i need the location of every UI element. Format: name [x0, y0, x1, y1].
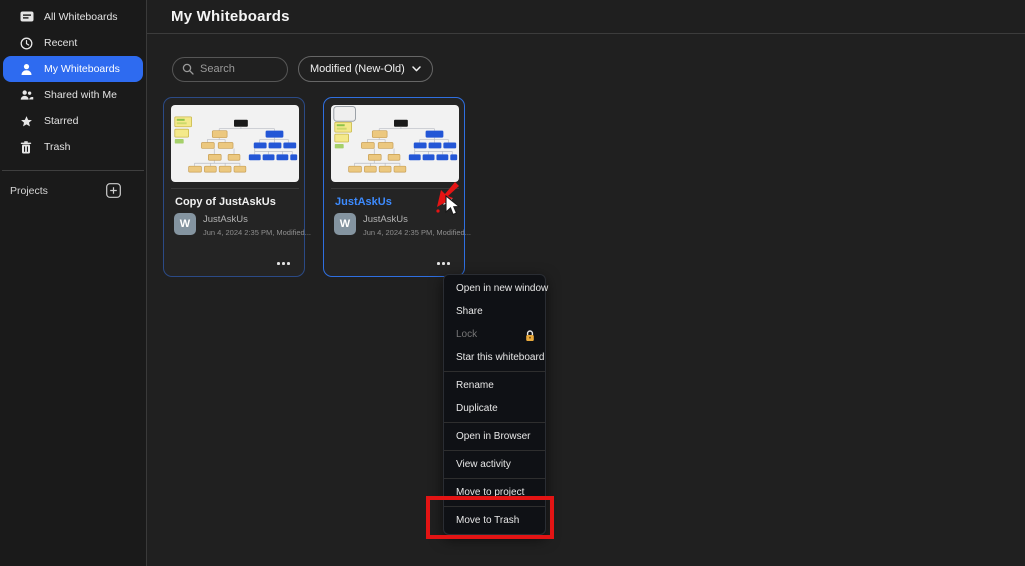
toolbar: Modified (New-Old)	[172, 56, 1025, 82]
sidebar-item-recent[interactable]: Recent	[3, 30, 143, 56]
menu-divider	[444, 506, 545, 507]
avatar: W	[174, 213, 196, 235]
menu-item-duplicate[interactable]: Duplicate	[444, 397, 545, 420]
sidebar-item-all-whiteboards[interactable]: All Whiteboards	[3, 4, 143, 30]
menu-item-open-in-new-window[interactable]: Open in new window	[444, 277, 545, 300]
person-icon	[20, 62, 34, 76]
menu-item-open-in-browser[interactable]: Open in Browser	[444, 425, 545, 448]
whiteboard-card-grid: Copy of JustAskUs W JustAskUs Jun 4, 202…	[163, 97, 1025, 277]
menu-item-view-activity[interactable]: View activity	[444, 453, 545, 476]
people-icon	[20, 88, 34, 102]
page-title: My Whiteboards	[171, 8, 290, 25]
menu-divider	[444, 450, 545, 451]
card-more-options-button[interactable]	[277, 262, 290, 265]
sidebar: All Whiteboards Recent My Whiteboards Sh…	[0, 0, 147, 566]
menu-item-share[interactable]: Share	[444, 300, 545, 323]
projects-section: Projects	[10, 183, 121, 198]
sidebar-item-shared-with-me[interactable]: Shared with Me	[3, 82, 143, 108]
avatar: W	[334, 213, 356, 235]
search-input[interactable]	[172, 57, 288, 82]
sidebar-item-label: Starred	[44, 115, 78, 127]
card-modified-meta: Jun 4, 2024 2:35 PM, Modified...	[363, 228, 471, 237]
card-owner-name: JustAskUs	[363, 214, 471, 225]
sidebar-item-label: Trash	[44, 141, 70, 153]
sidebar-divider	[2, 170, 144, 171]
sort-dropdown-label: Modified (New-Old)	[310, 63, 405, 75]
sidebar-item-label: Recent	[44, 37, 77, 49]
search-icon	[182, 63, 194, 75]
menu-item-move-to-trash[interactable]: Move to Trash	[444, 509, 545, 532]
main-panel: My Whiteboards Modified (New-Old)	[147, 0, 1025, 566]
whiteboard-card-copy-of-justaskus[interactable]: Copy of JustAskUs W JustAskUs Jun 4, 202…	[163, 97, 305, 277]
card-modified-meta: Jun 4, 2024 2:35 PM, Modified...	[203, 228, 311, 237]
menu-item-lock[interactable]: Lock	[444, 323, 545, 346]
menu-divider	[444, 371, 545, 372]
whiteboard-card-justaskus[interactable]: JustAskUs W JustAskUs Jun 4, 2024 2:35 P…	[323, 97, 465, 277]
projects-label: Projects	[10, 185, 48, 197]
card-owner-name: JustAskUs	[203, 214, 311, 225]
sidebar-item-label: My Whiteboards	[44, 63, 120, 75]
menu-item-star-this-whiteboard[interactable]: Star this whiteboard	[444, 346, 545, 369]
menu-divider	[444, 422, 545, 423]
whiteboards-app-window: All Whiteboards Recent My Whiteboards Sh…	[0, 0, 1025, 566]
flowchart-preview	[331, 105, 459, 182]
sidebar-item-my-whiteboards[interactable]: My Whiteboards	[3, 56, 143, 82]
sidebar-item-trash[interactable]: Trash	[3, 134, 143, 160]
star-icon	[20, 114, 34, 128]
whiteboard-icon	[20, 10, 34, 24]
sort-dropdown-button[interactable]: Modified (New-Old)	[298, 56, 433, 82]
star-outline-icon[interactable]	[441, 193, 453, 211]
menu-item-move-to-project[interactable]: Move to project	[444, 481, 545, 504]
clock-icon	[20, 36, 34, 50]
whiteboard-context-menu: Open in new window Share Lock Star this …	[443, 274, 546, 535]
card-title: JustAskUs	[335, 196, 392, 208]
card-more-options-button[interactable]	[437, 262, 450, 265]
trash-icon	[20, 140, 34, 154]
sidebar-item-label: Shared with Me	[44, 89, 117, 101]
search-field[interactable]	[200, 63, 280, 75]
add-project-button[interactable]	[106, 183, 121, 198]
card-owner-row: W JustAskUs Jun 4, 2024 2:35 PM, Modifie…	[174, 213, 311, 237]
sidebar-item-starred[interactable]: Starred	[3, 108, 143, 134]
whiteboard-thumbnail[interactable]	[171, 105, 299, 182]
menu-divider	[444, 478, 545, 479]
card-divider	[171, 188, 299, 189]
card-divider	[331, 188, 459, 189]
menu-item-rename[interactable]: Rename	[444, 374, 545, 397]
whiteboard-thumbnail[interactable]	[331, 105, 459, 182]
card-owner-row: W JustAskUs Jun 4, 2024 2:35 PM, Modifie…	[334, 213, 471, 237]
flowchart-preview	[171, 105, 299, 182]
chevron-down-icon	[412, 66, 421, 72]
sidebar-item-label: All Whiteboards	[44, 11, 118, 23]
card-title: Copy of JustAskUs	[175, 196, 276, 208]
main-header: My Whiteboards	[147, 0, 1025, 34]
